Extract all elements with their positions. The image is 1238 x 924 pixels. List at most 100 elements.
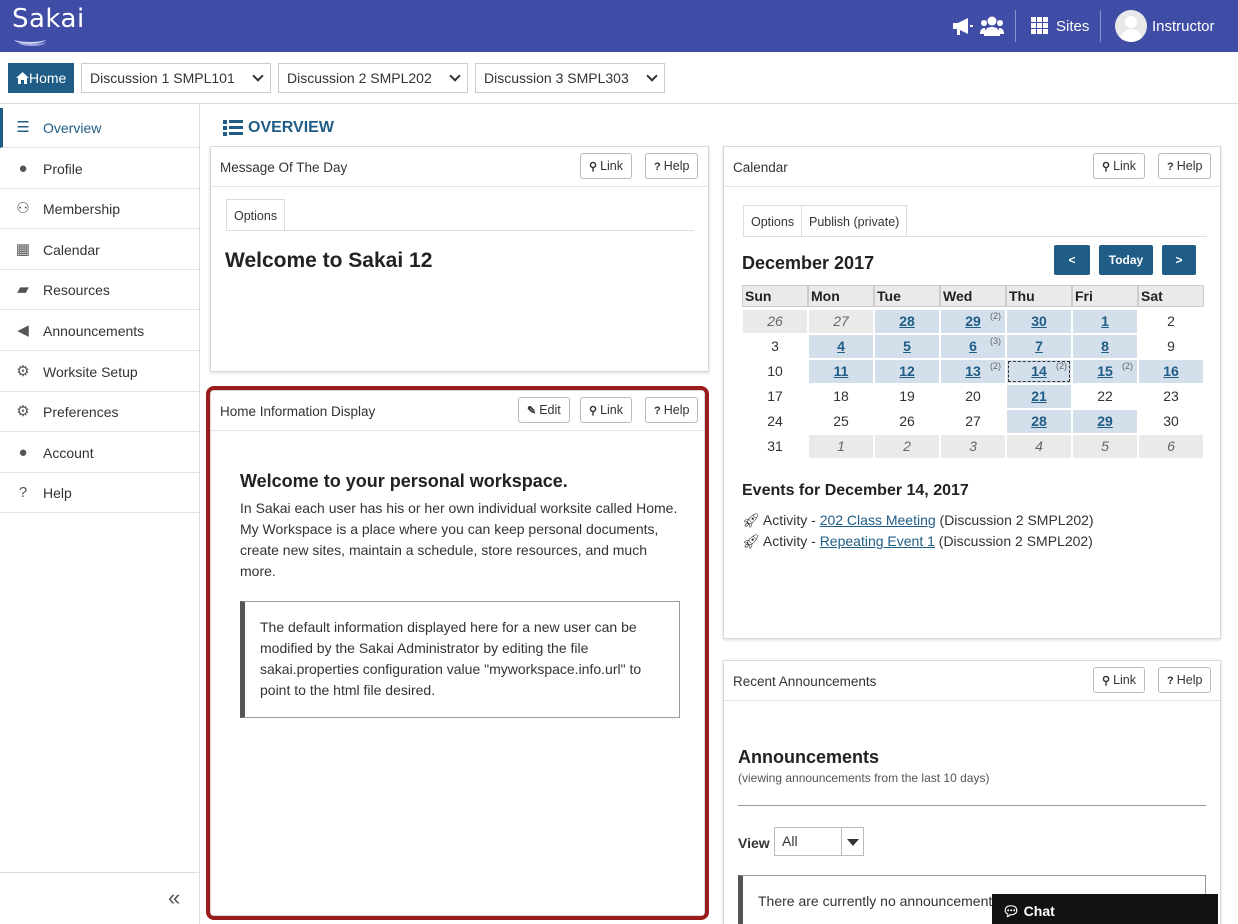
- day-number: 16: [1163, 363, 1179, 379]
- collapse-icon[interactable]: «: [168, 885, 180, 911]
- day-number: 3: [969, 438, 977, 454]
- rocket-icon: 🚀︎: [742, 533, 760, 549]
- user-avatar[interactable]: [1115, 10, 1147, 42]
- calendar-day[interactable]: 14 (2): [1007, 360, 1071, 383]
- day-number: 3: [771, 338, 779, 354]
- sidebar-item-announcements[interactable]: ◀ Announcements: [0, 311, 199, 351]
- calendar-day[interactable]: 28: [1007, 410, 1071, 433]
- calendar-day[interactable]: 4: [809, 335, 873, 358]
- day-number: 12: [899, 363, 915, 379]
- rocket-icon: 🚀︎: [742, 512, 760, 528]
- calendar-day: 23: [1139, 385, 1203, 408]
- day-number: 26: [899, 413, 915, 429]
- calendar-day: 31: [743, 435, 807, 458]
- users-icon[interactable]: [980, 15, 1004, 37]
- sidebar-item-profile[interactable]: ● Profile: [0, 149, 199, 189]
- calendar-portlet: Calendar ⚲ Link ? Help Options Publish (pr…: [723, 146, 1221, 639]
- calendar-day[interactable]: 11: [809, 360, 873, 383]
- view-select[interactable]: All: [774, 827, 864, 856]
- sidebar-item-account[interactable]: ● Account: [0, 433, 199, 473]
- home-tab[interactable]: Home: [8, 63, 74, 93]
- question-icon: ?: [18, 484, 28, 501]
- event-type: Activity -: [762, 512, 820, 528]
- help-label: Help: [1176, 159, 1203, 173]
- help-label: Help: [1176, 673, 1203, 687]
- sidebar-item-calendar[interactable]: ▦ Calendar: [0, 230, 199, 270]
- sidebar-item-membership[interactable]: ⚇ Membership: [0, 189, 199, 229]
- site-tab-label: Discussion 2 SMPL202: [287, 70, 432, 86]
- day-number: 15: [1097, 363, 1113, 379]
- weekday-header: Thu: [1006, 285, 1072, 307]
- day-number: 9: [1167, 338, 1175, 354]
- link-button[interactable]: ⚲ Link: [580, 153, 632, 179]
- chat-bar[interactable]: 💬︎ Chat: [992, 894, 1218, 924]
- event-type: Activity -: [762, 533, 820, 549]
- home-icon: [16, 72, 29, 84]
- sidebar-item-label: Profile: [43, 161, 83, 177]
- site-tab-discussion-2[interactable]: Discussion 2 SMPL202: [278, 63, 468, 93]
- event-link[interactable]: 202 Class Meeting: [820, 512, 936, 528]
- calendar-day[interactable]: 12: [875, 360, 939, 383]
- sidebar-item-overview[interactable]: ☰ Overview: [0, 108, 199, 148]
- day-number: 2: [1167, 313, 1175, 329]
- calendar-day: 10: [743, 360, 807, 383]
- users-icon: ⚇: [16, 200, 30, 217]
- portlet-title: Message Of The Day: [220, 160, 348, 175]
- sidebar-item-help[interactable]: ? Help: [0, 473, 199, 513]
- tab-publish[interactable]: Publish (private): [801, 205, 908, 237]
- calendar-day[interactable]: 30: [1007, 310, 1071, 333]
- motd-heading: Welcome to Sakai 12: [225, 249, 433, 272]
- megaphone-icon[interactable]: [952, 16, 974, 36]
- portlet-header: Calendar ⚲ Link ? Help: [724, 147, 1220, 187]
- day-number: 18: [833, 388, 849, 404]
- calendar-day[interactable]: 1: [1073, 310, 1137, 333]
- sidebar-item-label: Preferences: [43, 404, 119, 420]
- chevron-down-icon[interactable]: [252, 70, 264, 82]
- event-link[interactable]: Repeating Event 1: [820, 533, 935, 549]
- collapse-sidebar-bar: «: [0, 872, 199, 924]
- calendar-day[interactable]: 29: [1073, 410, 1137, 433]
- link-button[interactable]: ⚲ Link: [1093, 153, 1145, 179]
- help-button[interactable]: ? Help: [1158, 153, 1212, 179]
- sidebar-item-worksite-setup[interactable]: ⚙ Worksite Setup: [0, 352, 199, 392]
- link-button[interactable]: ⚲ Link: [1093, 667, 1145, 693]
- calendar-day: 18: [809, 385, 873, 408]
- site-tab-discussion-1[interactable]: Discussion 1 SMPL101: [81, 63, 271, 93]
- tab-options[interactable]: Options: [226, 199, 286, 231]
- calendar-day: 27: [809, 310, 873, 333]
- help-button[interactable]: ? Help: [645, 153, 699, 179]
- question-icon: ?: [1167, 161, 1174, 173]
- home-label: Home: [29, 70, 67, 86]
- next-month-button[interactable]: >: [1162, 245, 1196, 275]
- sites-grid-icon[interactable]: [1031, 17, 1050, 34]
- site-tab-discussion-3[interactable]: Discussion 3 SMPL303: [475, 63, 665, 93]
- chevron-down-icon[interactable]: [449, 70, 461, 82]
- user-name[interactable]: Instructor: [1152, 18, 1215, 35]
- prev-month-button[interactable]: <: [1054, 245, 1090, 275]
- calendar-day[interactable]: 13 (2): [941, 360, 1005, 383]
- sidebar-item-preferences[interactable]: ⚙ Preferences: [0, 392, 199, 432]
- event-count: (3): [990, 336, 1001, 346]
- sidebar-item-resources[interactable]: ▰ Resources: [0, 270, 199, 310]
- folder-icon: ▰: [17, 281, 29, 298]
- calendar-day: 9: [1139, 335, 1203, 358]
- chevron-down-icon[interactable]: [646, 70, 658, 82]
- calendar-day[interactable]: 28: [875, 310, 939, 333]
- list-icon: ☰: [16, 119, 30, 136]
- calendar-day[interactable]: 16: [1139, 360, 1203, 383]
- tab-options[interactable]: Options: [743, 205, 803, 237]
- calendar-day[interactable]: 21: [1007, 385, 1071, 408]
- sakai-logo[interactable]: Sakai: [12, 4, 85, 34]
- portlet-header: Message Of The Day ⚲ Link ? Help: [211, 147, 708, 187]
- calendar-day: 24: [743, 410, 807, 433]
- event-site: (Discussion 2 SMPL202): [935, 512, 1094, 528]
- help-button[interactable]: ? Help: [1158, 667, 1212, 693]
- caret-down-icon[interactable]: [841, 828, 863, 855]
- calendar-day[interactable]: 15 (2): [1073, 360, 1137, 383]
- day-number: 29: [1097, 413, 1113, 429]
- sites-button[interactable]: Sites: [1056, 18, 1089, 35]
- top-separator: [1100, 10, 1101, 42]
- calendar-day: 20: [941, 385, 1005, 408]
- calendar-day[interactable]: 5: [875, 335, 939, 358]
- today-button[interactable]: Today: [1099, 245, 1153, 275]
